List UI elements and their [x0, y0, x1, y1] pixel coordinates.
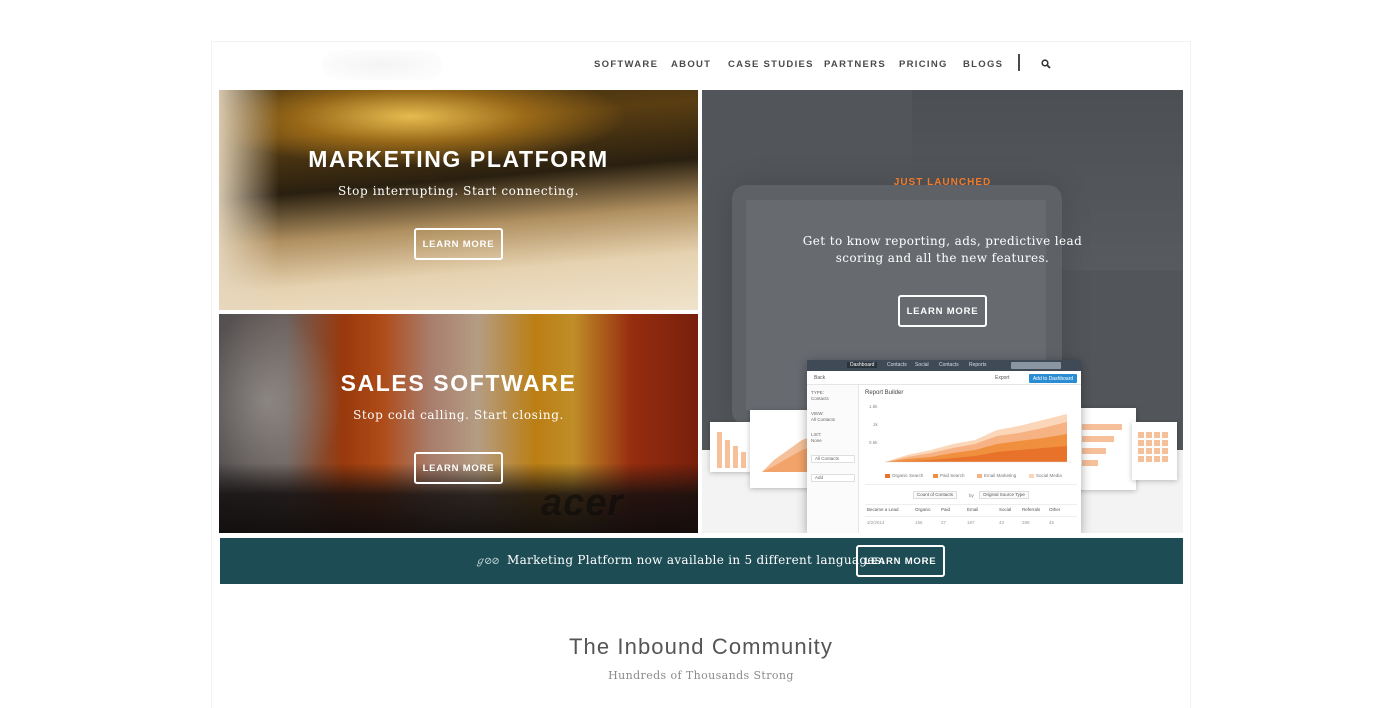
community-title: The Inbound Community	[568, 634, 833, 659]
languages-banner: ℊ⊘⊘ Marketing Platform now available in …	[220, 538, 1183, 584]
app-by-label: by	[969, 493, 974, 498]
sprocket-logo-icon: ℊ⊘⊘	[475, 556, 500, 567]
app-side-label: TYPE:	[811, 390, 825, 395]
app-divider	[865, 484, 1077, 485]
app-select: Count of Contacts	[913, 491, 958, 499]
app-side-label: VIEW:	[811, 411, 824, 416]
app-tab: Social	[915, 362, 929, 368]
app-side-box: Add	[811, 474, 855, 482]
just-launched-label: JUST LAUNCHED	[893, 177, 992, 188]
banner-learn-more-button[interactable]: LEARN MORE	[856, 545, 945, 577]
banner-text: Marketing Platform now available in 5 di…	[507, 553, 886, 567]
sales-learn-more-button[interactable]: LEARN MORE	[414, 452, 503, 484]
launch-learn-more-button[interactable]: LEARN MORE	[898, 295, 987, 327]
community-subtitle: Hundreds of Thousands Strong	[608, 669, 794, 682]
table-cell: 45	[1049, 520, 1055, 525]
search-icon[interactable]	[1041, 59, 1051, 69]
legend-item: Organic Search	[885, 473, 923, 478]
app-sidebar: TYPE: Contacts VIEW: All Contacts LIST: …	[807, 385, 859, 533]
table-header: Organic	[915, 507, 931, 512]
table-cell: 288	[1022, 520, 1030, 525]
app-select: Original Source Type	[979, 491, 1029, 499]
table-header: Paid	[941, 507, 951, 512]
marketing-platform-tile[interactable]: MARKETING PLATFORM Stop interrupting. St…	[219, 90, 698, 310]
table-header: Referrals	[1022, 507, 1041, 512]
table-cell: 3/2/2014	[867, 520, 885, 525]
page: SOFTWARE ABOUT CASE STUDIES PARTNERS PRI…	[212, 42, 1190, 708]
app-divider	[865, 516, 1077, 517]
app-topbar: Dashboard Contacts Social Contacts Repor…	[807, 360, 1081, 371]
app-side-value: Contacts	[811, 396, 829, 401]
legend-item: Email Marketing	[977, 473, 1016, 478]
nav-divider	[1018, 54, 1020, 71]
laptop-brand-text: acer	[541, 482, 624, 524]
legend-item: Social Media	[1029, 473, 1062, 478]
app-back-link: Back	[814, 375, 826, 381]
app-search-box	[1011, 362, 1061, 369]
sales-subtitle: Stop cold calling. Start closing.	[353, 408, 564, 422]
mini-area-chart-card	[750, 410, 812, 488]
table-header: Social	[999, 507, 1012, 512]
app-tab: Reports	[969, 362, 987, 368]
mini-bar-chart-card	[710, 422, 752, 472]
app-side-box: All Contacts	[811, 455, 855, 463]
mini-horizontal-bar-card	[1074, 408, 1136, 490]
app-side-value: None	[811, 438, 822, 443]
y-tick: 1k	[873, 422, 879, 427]
sales-title: SALES SOFTWARE	[340, 370, 577, 396]
table-header: Became a Lead	[867, 507, 899, 512]
app-tab: Contacts	[939, 362, 959, 368]
table-header: Email	[967, 507, 979, 512]
mini-heatmap-card	[1132, 422, 1177, 480]
just-launched-tile[interactable]: JUST LAUNCHED Get to know reporting, ads…	[702, 90, 1183, 533]
app-export-link: Export	[995, 375, 1010, 381]
legend-item: Paid Search	[933, 473, 965, 478]
app-add-button: Add to Dashboard	[1029, 374, 1077, 383]
nav-pricing[interactable]: PRICING	[899, 59, 948, 70]
y-tick: 0.5k	[869, 440, 878, 445]
report-builder-screenshot: Dashboard Contacts Social Contacts Repor…	[807, 360, 1081, 533]
app-side-value: All Contacts	[811, 417, 836, 422]
marketing-title: MARKETING PLATFORM	[308, 146, 609, 172]
nav-blogs[interactable]: BLOGS	[963, 59, 1003, 70]
just-launched-text: Get to know reporting, ads, predictive l…	[802, 234, 1083, 265]
report-area-chart: 1.5k 1k 0.5k	[869, 404, 1071, 463]
nav-case-studies[interactable]: CASE STUDIES	[728, 59, 814, 70]
app-subbar: Back Export Add to Dashboard	[807, 371, 1081, 385]
marketing-subtitle: Stop interrupting. Start connecting.	[337, 184, 580, 198]
table-cell: 187	[967, 520, 975, 525]
main-nav: SOFTWARE ABOUT CASE STUDIES PARTNERS PRI…	[212, 42, 1190, 88]
table-cell: 27	[941, 520, 947, 525]
report-builder-title: Report Builder	[865, 390, 904, 396]
y-tick: 1.5k	[869, 404, 878, 409]
table-header: Other	[1049, 507, 1061, 512]
marketing-learn-more-button[interactable]: LEARN MORE	[414, 228, 503, 260]
table-cell: 43	[999, 520, 1005, 525]
nav-partners[interactable]: PARTNERS	[824, 59, 886, 70]
nav-software[interactable]: SOFTWARE	[594, 59, 658, 70]
app-tab-dashboard: Dashboard	[847, 362, 878, 368]
app-side-label: LIST:	[811, 432, 822, 437]
app-tab: Contacts	[887, 362, 907, 368]
sales-software-tile[interactable]: acer SALES SOFTWARE Stop cold calling. S…	[219, 314, 698, 533]
app-divider	[865, 504, 1077, 505]
table-cell: 156	[915, 520, 923, 525]
nav-about[interactable]: ABOUT	[671, 59, 711, 70]
